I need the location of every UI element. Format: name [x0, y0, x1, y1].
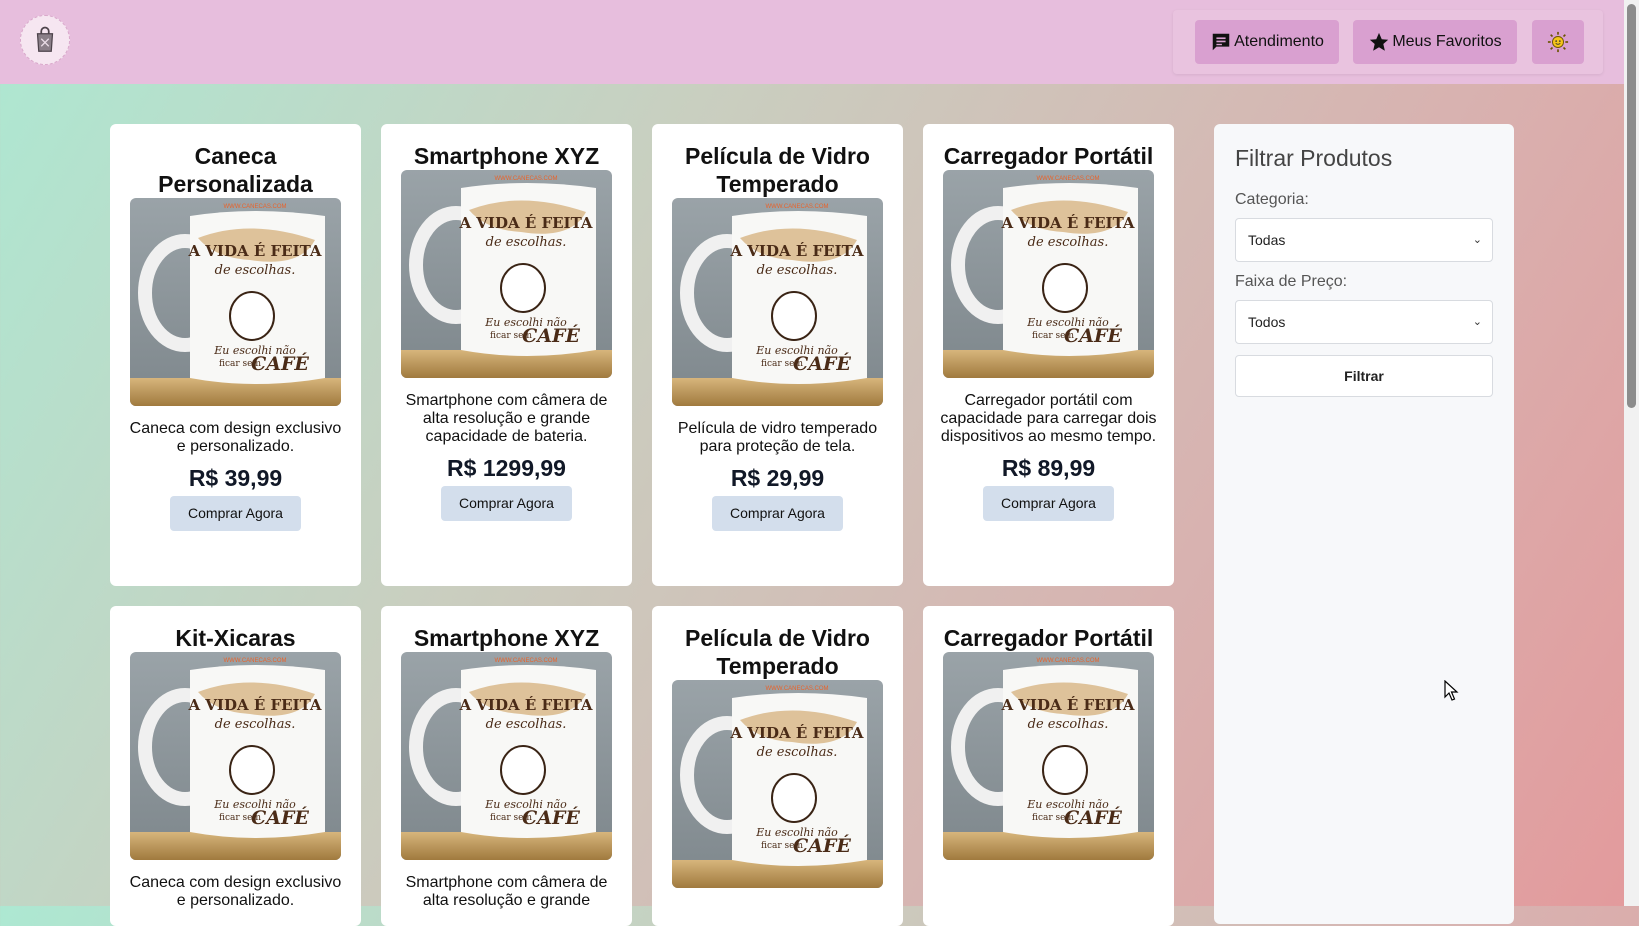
mug-text-5: CAFÉ [522, 324, 580, 347]
scrollbar-thumb[interactable] [1627, 4, 1636, 408]
mug-text-2: de escolhas. [215, 263, 296, 278]
mug-text-5: CAFÉ [251, 806, 309, 829]
mouse-cursor-icon [1444, 680, 1459, 701]
mug-text-5: CAFÉ [793, 352, 851, 375]
mug-text-2: de escolhas. [757, 745, 838, 760]
top-header: Atendimento Meus Favoritos [0, 0, 1624, 84]
chat-icon [1212, 33, 1230, 51]
mug-text-2: de escolhas. [486, 717, 567, 732]
product-image[interactable]: A VIDA É FEITA de escolhas. Eu escolhi n… [130, 652, 341, 860]
star-icon [1370, 32, 1389, 51]
category-selected-value: Todas [1248, 232, 1286, 248]
favorites-button[interactable]: Meus Favoritos [1353, 20, 1517, 64]
filter-panel: Filtrar Produtos Categoria: Todas ⌄ Faix… [1214, 124, 1514, 924]
mug-text-1: A VIDA É FEITA [1000, 696, 1134, 714]
mug-text-2: de escolhas. [486, 235, 567, 250]
product-image[interactable]: A VIDA É FEITA de escolhas. Eu escolhi n… [130, 198, 341, 406]
price-range-selected-value: Todos [1248, 314, 1286, 330]
product-price: R$ 89,99 [1001, 455, 1096, 481]
mug-text-5: CAFÉ [251, 352, 309, 375]
logo-bag-graphic [36, 26, 54, 52]
mug-text-2: de escolhas. [757, 263, 838, 278]
product-card: Carregador Portátil A VIDA É FEITA de es… [923, 606, 1174, 926]
product-description: Carregador portátil com capacidade para … [940, 392, 1157, 445]
product-image[interactable]: A VIDA É FEITA de escolhas. Eu escolhi n… [943, 170, 1154, 378]
support-button-label: Atendimento [1234, 33, 1324, 50]
mug-text-1: A VIDA É FEITA [729, 242, 863, 260]
mug-text-1: A VIDA É FEITA [458, 214, 592, 232]
filter-button[interactable]: Filtrar [1235, 355, 1493, 397]
mug-text-2: de escolhas. [1028, 717, 1109, 732]
product-card: Película de Vidro Temperado A VIDA É FEI… [652, 606, 903, 926]
mug-text-1: A VIDA É FEITA [729, 724, 863, 742]
product-card: Película de Vidro Temperado A VIDA É FEI… [652, 124, 903, 586]
mug-text-1: A VIDA É FEITA [187, 242, 321, 260]
mug-text-2: de escolhas. [1028, 235, 1109, 250]
product-title: Película de Vidro Temperado [685, 625, 870, 679]
product-image[interactable]: A VIDA É FEITA de escolhas. Eu escolhi n… [943, 652, 1154, 860]
mug-text-5: CAFÉ [1064, 324, 1122, 347]
product-description: Smartphone com câmera de alta resolução … [405, 392, 608, 445]
product-description: Caneca com design exclusivo e personaliz… [129, 874, 342, 909]
product-title: Caneca Personalizada [158, 143, 313, 197]
buy-now-button[interactable]: Comprar Agora [170, 496, 301, 531]
product-description: Smartphone com câmera de alta resolução … [405, 874, 608, 909]
buy-now-button[interactable]: Comprar Agora [983, 486, 1114, 521]
product-title: Smartphone XYZ [413, 143, 600, 169]
product-image[interactable]: A VIDA É FEITA de escolhas. Eu escolhi n… [672, 680, 883, 888]
page-scrollbar[interactable] [1624, 0, 1639, 906]
product-description: Caneca com design exclusivo e personaliz… [129, 420, 342, 455]
product-card: Smartphone XYZ A VIDA É FEITA de escolha… [381, 606, 632, 926]
mug-text-5: CAFÉ [1064, 806, 1122, 829]
product-description: Película de vidro temperado para proteçã… [677, 420, 878, 455]
product-title: Carregador Portátil [943, 625, 1154, 651]
product-card: Carregador Portátil A VIDA É FEITA de es… [923, 124, 1174, 586]
price-range-label: Faixa de Preço: [1235, 273, 1348, 290]
category-select[interactable]: Todas ⌄ [1235, 218, 1493, 262]
product-title: Carregador Portátil [943, 143, 1154, 169]
product-price: R$ 39,99 [188, 465, 283, 491]
product-title: Película de Vidro Temperado [685, 143, 870, 197]
header-nav: Atendimento Meus Favoritos [1173, 10, 1603, 74]
mug-text-1: A VIDA É FEITA [458, 696, 592, 714]
chevron-down-icon: ⌄ [1472, 234, 1482, 246]
favorites-button-label: Meus Favoritos [1392, 33, 1502, 50]
product-image[interactable]: A VIDA É FEITA de escolhas. Eu escolhi n… [672, 198, 883, 406]
price-range-select[interactable]: Todos ⌄ [1235, 300, 1493, 344]
shopping-bag-icon[interactable] [20, 15, 70, 65]
sun-icon [1547, 31, 1569, 53]
product-title: Kit-Xicaras [175, 625, 296, 651]
mug-text-1: A VIDA É FEITA [187, 696, 321, 714]
product-card: Smartphone XYZ A VIDA É FEITA de escolha… [381, 124, 632, 586]
buy-now-button[interactable]: Comprar Agora [712, 496, 843, 531]
filter-title: Filtrar Produtos [1235, 145, 1393, 171]
mug-text-5: CAFÉ [793, 834, 851, 857]
category-label: Categoria: [1235, 191, 1309, 208]
mug-text-5: CAFÉ [522, 806, 580, 829]
product-price: R$ 29,99 [730, 465, 825, 491]
chevron-down-icon: ⌄ [1472, 316, 1482, 328]
product-image[interactable]: A VIDA É FEITA de escolhas. Eu escolhi n… [401, 652, 612, 860]
mug-text-1: A VIDA É FEITA [1000, 214, 1134, 232]
buy-now-button[interactable]: Comprar Agora [441, 486, 572, 521]
mug-text-2: de escolhas. [215, 717, 296, 732]
product-image[interactable]: A VIDA É FEITA de escolhas. Eu escolhi n… [401, 170, 612, 378]
product-price: R$ 1299,99 [447, 455, 566, 481]
support-button[interactable]: Atendimento [1195, 20, 1339, 64]
product-card: Caneca Personalizada A VIDA É FEITA de e… [110, 124, 361, 586]
theme-toggle-button[interactable] [1532, 20, 1584, 64]
product-card: Kit-Xicaras A VIDA É FEITA de escolhas. … [110, 606, 361, 926]
product-title: Smartphone XYZ [413, 625, 600, 651]
